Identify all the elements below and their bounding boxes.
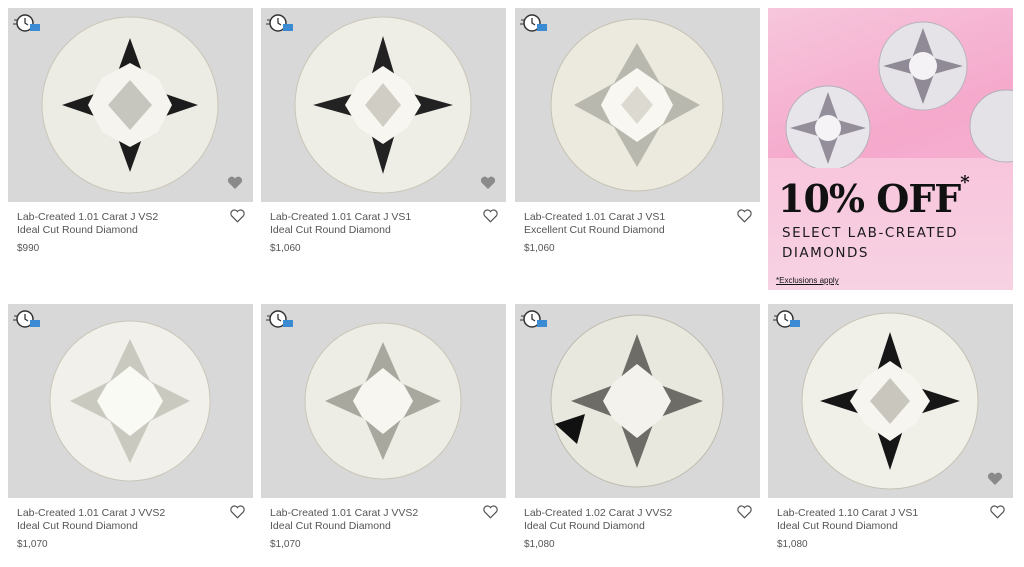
product-title-line1[interactable]: Lab-Created 1.10 Carat J VS1 <box>777 507 982 520</box>
diamond-image <box>801 312 979 490</box>
diamond-image <box>294 16 472 194</box>
product-image[interactable] <box>515 8 760 202</box>
product-card[interactable]: Lab-Created 1.01 Carat J VS2 Ideal Cut R… <box>8 8 253 254</box>
heart-filled-icon <box>987 472 1003 485</box>
product-price: $990 <box>17 243 40 254</box>
product-title-line2[interactable]: Ideal Cut Round Diamond <box>17 520 222 533</box>
product-card[interactable]: Lab-Created 1.02 Carat J VVS2 Ideal Cut … <box>515 304 760 550</box>
promo-subtitle-line2: DIAMONDS <box>782 245 869 261</box>
promo-headline: 10% OFF* <box>778 172 970 221</box>
product-info: Lab-Created 1.01 Carat J VVS2 Ideal Cut … <box>8 498 253 550</box>
product-title-line1[interactable]: Lab-Created 1.01 Carat J VVS2 <box>270 507 475 520</box>
product-info: Lab-Created 1.01 Carat J VS1 Excellent C… <box>515 202 760 254</box>
product-price: $1,070 <box>270 539 301 550</box>
product-title-line1[interactable]: Lab-Created 1.01 Carat J VVS2 <box>17 507 222 520</box>
product-card[interactable]: Lab-Created 1.10 Carat J VS1 Ideal Cut R… <box>768 304 1013 550</box>
product-title-line2[interactable]: Excellent Cut Round Diamond <box>524 224 729 237</box>
product-image[interactable] <box>261 8 506 202</box>
heart-outline-icon[interactable] <box>483 505 498 519</box>
product-info: Lab-Created 1.01 Carat J VS1 Ideal Cut R… <box>261 202 506 254</box>
product-info: Lab-Created 1.01 Carat J VS2 Ideal Cut R… <box>8 202 253 254</box>
product-card[interactable]: Lab-Created 1.01 Carat J VVS2 Ideal Cut … <box>8 304 253 550</box>
diamond-image <box>550 314 724 488</box>
heart-outline-icon[interactable] <box>990 505 1005 519</box>
product-info: Lab-Created 1.10 Carat J VS1 Ideal Cut R… <box>768 498 1013 550</box>
product-image[interactable] <box>261 304 506 498</box>
heart-filled-icon <box>227 176 243 189</box>
diamond-image <box>41 16 219 194</box>
heart-outline-icon[interactable] <box>483 209 498 223</box>
product-price: $1,070 <box>17 539 48 550</box>
product-card[interactable]: Lab-Created 1.01 Carat J VVS2 Ideal Cut … <box>261 304 506 550</box>
product-title-line2[interactable]: Ideal Cut Round Diamond <box>270 224 475 237</box>
promo-diamonds-image <box>785 21 1013 168</box>
product-title-line2[interactable]: Ideal Cut Round Diamond <box>17 224 222 237</box>
fast-shipping-icon <box>13 310 40 328</box>
heart-outline-icon[interactable] <box>230 209 245 223</box>
product-info: Lab-Created 1.01 Carat J VVS2 Ideal Cut … <box>261 498 506 550</box>
fast-shipping-icon <box>773 310 800 328</box>
diamond-image <box>49 320 211 482</box>
product-title-line1[interactable]: Lab-Created 1.01 Carat J VS2 <box>17 211 222 224</box>
diamond-image <box>304 322 462 480</box>
product-title-line1[interactable]: Lab-Created 1.01 Carat J VS1 <box>524 211 729 224</box>
promo-subtitle: SELECT LAB-CREATED DIAMONDS <box>782 223 958 263</box>
fast-shipping-icon <box>13 14 40 32</box>
promo-asterisk: * <box>960 172 969 193</box>
diamond-image <box>550 18 724 192</box>
product-title-line1[interactable]: Lab-Created 1.01 Carat J VS1 <box>270 211 475 224</box>
product-price: $1,080 <box>777 539 808 550</box>
heart-filled-icon <box>480 176 496 189</box>
fast-shipping-icon <box>266 14 293 32</box>
product-title-line1[interactable]: Lab-Created 1.02 Carat J VVS2 <box>524 507 729 520</box>
product-image[interactable] <box>8 8 253 202</box>
heart-outline-icon[interactable] <box>737 505 752 519</box>
promo-headline-text: 10% OFF <box>778 176 961 221</box>
product-image[interactable] <box>515 304 760 498</box>
product-card[interactable]: Lab-Created 1.01 Carat J VS1 Excellent C… <box>515 8 760 254</box>
product-price: $1,060 <box>524 243 555 254</box>
promo-fine-print[interactable]: *Exclusions apply <box>776 276 839 285</box>
product-title-line2[interactable]: Ideal Cut Round Diamond <box>270 520 475 533</box>
fast-shipping-icon <box>520 310 547 328</box>
product-price: $1,060 <box>270 243 301 254</box>
product-info: Lab-Created 1.02 Carat J VVS2 Ideal Cut … <box>515 498 760 550</box>
product-image[interactable] <box>768 304 1013 498</box>
fast-shipping-icon <box>520 14 547 32</box>
product-image[interactable] <box>8 304 253 498</box>
product-card[interactable]: Lab-Created 1.01 Carat J VS1 Ideal Cut R… <box>261 8 506 254</box>
fast-shipping-icon <box>266 310 293 328</box>
product-price: $1,080 <box>524 539 555 550</box>
heart-outline-icon[interactable] <box>230 505 245 519</box>
promo-banner[interactable]: 10% OFF* SELECT LAB-CREATED DIAMONDS *Ex… <box>768 8 1013 290</box>
promo-subtitle-line1: SELECT LAB-CREATED <box>782 225 959 241</box>
product-title-line2[interactable]: Ideal Cut Round Diamond <box>777 520 982 533</box>
heart-outline-icon[interactable] <box>737 209 752 223</box>
product-title-line2[interactable]: Ideal Cut Round Diamond <box>524 520 729 533</box>
